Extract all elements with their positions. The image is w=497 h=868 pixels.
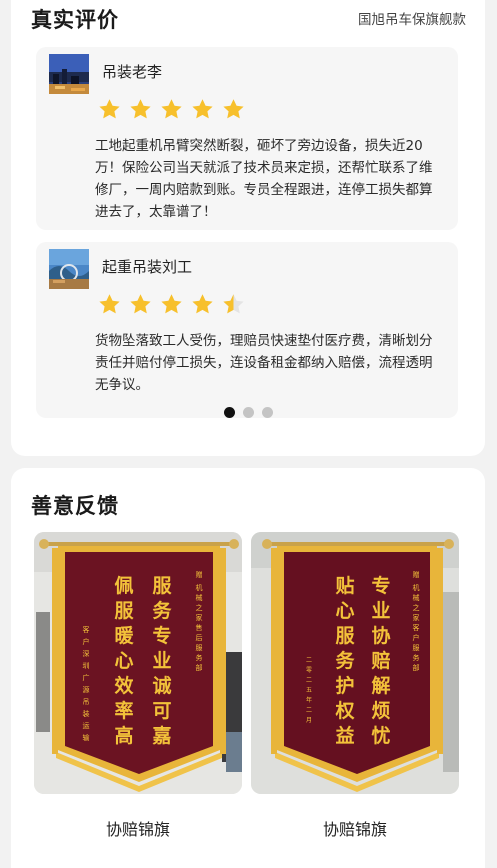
svg-text:机: 机 [413,583,420,592]
svg-text:贴: 贴 [335,575,354,597]
svg-text:部: 部 [413,663,420,672]
star-icon [161,99,182,119]
svg-text:专: 专 [371,574,390,597]
svg-text:赔: 赔 [371,649,390,672]
svg-text:户: 户 [413,633,420,642]
svg-text:护: 护 [335,674,354,697]
svg-text:客: 客 [413,623,420,632]
svg-text:心: 心 [114,650,133,672]
review-card: 吊装老李 工地起重机吊臂突然断裂，砸坏了旁边设备，损失近20万！保险公司当天就派… [36,47,458,230]
svg-text:暖: 暖 [114,624,134,647]
carousel-pager [224,407,273,418]
svg-text:械: 械 [196,593,203,602]
svg-text:业: 业 [152,650,171,672]
star-icon [161,294,182,314]
star-icon [99,294,120,314]
avatar [49,54,89,94]
svg-text:零: 零 [306,667,312,674]
svg-text:源: 源 [83,685,90,694]
svg-text:业: 业 [371,600,390,622]
svg-text:二: 二 [306,657,312,664]
star-icon [192,294,213,314]
svg-text:益: 益 [335,724,354,747]
svg-text:客: 客 [83,625,90,634]
svg-text:之: 之 [196,603,203,612]
svg-text:服: 服 [413,644,420,652]
svg-text:二: 二 [306,677,312,684]
avatar [49,249,89,289]
svg-text:率: 率 [114,699,133,722]
svg-text:家: 家 [196,613,203,622]
star-icon [99,99,120,119]
reviewer-name: 起重吊装刘工 [102,258,193,276]
svg-text:年: 年 [306,696,312,704]
svg-text:解: 解 [371,674,390,697]
star-icon [130,99,151,119]
svg-text:烦: 烦 [371,700,390,722]
svg-text:后: 后 [196,633,203,642]
svg-text:售: 售 [196,623,203,632]
svg-text:权: 权 [334,699,354,722]
svg-text:运: 运 [83,722,90,730]
reviews-section-title: 真实评价 [31,8,119,32]
svg-text:五: 五 [306,687,312,694]
feedback-card: 善意反馈 赠 机 械 之 家 售 后 服 务 部 服 务 专 业 诚 可 嘉 佩… [11,468,485,868]
svg-text:服: 服 [114,600,134,622]
star-rating [97,97,246,123]
svg-text:专: 专 [152,624,171,647]
svg-text:高: 高 [114,724,133,747]
banner-photo[interactable]: 赠 机 械 之 家 售 后 服 务 部 服 务 专 业 诚 可 嘉 佩 服 暖 … [34,532,242,794]
svg-text:赠: 赠 [413,570,420,579]
svg-text:械: 械 [413,593,420,602]
svg-text:之: 之 [413,603,420,612]
svg-text:服: 服 [335,625,355,647]
svg-text:协: 协 [371,624,390,647]
svg-text:部: 部 [196,663,203,672]
svg-text:佩: 佩 [114,574,133,597]
svg-text:家: 家 [413,613,420,622]
svg-text:服: 服 [196,644,203,652]
review-card: 起重吊装刘工 货物坠落致工人受伤，理赔员快速垫付医疗费，清晰划分责任并赔付停工损… [36,242,458,418]
svg-text:机: 机 [196,583,203,592]
star-icon [223,99,244,119]
svg-text:二: 二 [306,707,312,714]
svg-text:装: 装 [83,709,90,718]
svg-text:圳: 圳 [83,661,90,670]
star-rating [97,292,246,318]
reviews-card: 真实评价 国旭吊车保旗舰款 吊装老李 工地起重机吊臂突然断裂，砸坏了旁边设备，损… [11,0,485,456]
svg-text:可: 可 [152,700,171,722]
svg-text:输: 输 [83,733,90,742]
svg-text:赠: 赠 [196,570,203,579]
banner-photo[interactable]: 赠 机 械 之 家 客 户 服 务 部 专 业 协 赔 解 烦 忧 贴 心 服 … [251,532,459,794]
review-text: 货物坠落致工人受伤，理赔员快速垫付医疗费，清晰划分责任并赔付停工损失，连设备租金… [95,333,433,393]
star-icon [192,99,213,119]
banner-caption: 协赔锦旗 [105,820,170,839]
feedback-section-title: 善意反馈 [31,494,119,518]
reviewer-name: 吊装老李 [102,63,163,81]
svg-text:务: 务 [152,599,172,622]
svg-text:心: 心 [335,600,354,622]
svg-text:务: 务 [413,653,420,662]
shop-name[interactable]: 国旭吊车保旗舰款 [358,8,466,28]
pager-dot[interactable] [243,407,254,418]
pager-dot[interactable] [262,407,273,418]
svg-text:效: 效 [114,674,133,697]
svg-text:忧: 忧 [371,724,390,747]
svg-text:户: 户 [83,637,90,646]
banner-caption: 协赔锦旗 [322,820,387,839]
star-icon [130,294,151,314]
svg-text:诚: 诚 [152,675,171,697]
svg-text:务: 务 [196,653,203,662]
svg-text:服: 服 [152,575,172,597]
half-star-icon [223,294,244,314]
pager-dot-active[interactable] [224,407,235,418]
svg-text:务: 务 [335,649,355,672]
svg-text:月: 月 [306,717,312,724]
svg-text:嘉: 嘉 [151,725,171,747]
svg-text:吊: 吊 [83,698,90,706]
review-text: 工地起重机吊臂突然断裂，砸坏了旁边设备，损失近20万！保险公司当天就派了技术员来… [95,138,433,220]
svg-text:深: 深 [83,649,90,658]
svg-text:广: 广 [83,673,90,682]
